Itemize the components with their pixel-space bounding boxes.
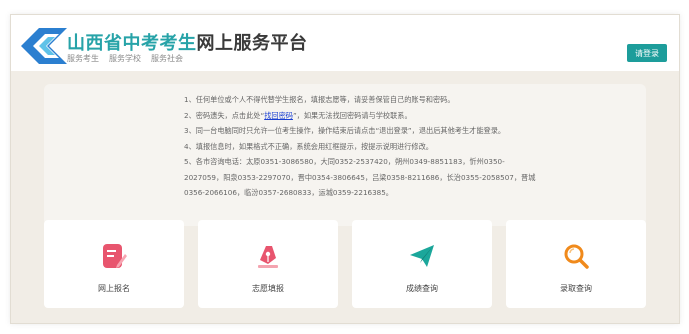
card-admission-query[interactable]: 录取查询	[506, 220, 646, 308]
notice-line-2: 2、密码遗失，点击此处“找回密码”，如果无法找回密码请与学校联系。	[184, 108, 634, 124]
pen-nib-icon	[258, 246, 278, 268]
card-label: 网上报名	[98, 284, 130, 293]
login-button[interactable]: 请登录	[627, 44, 667, 62]
card-label: 成绩查询	[406, 284, 438, 293]
site-title-part2: 网上服务平台	[196, 33, 308, 54]
notice-line-2-prefix: 2、密码遗失，点击此处“	[184, 110, 265, 120]
site-title: 山西省中考考生网上服务平台	[67, 29, 308, 55]
page-frame: 山西省中考考生网上服务平台 服务考生 服务学校 服务社会 请登录 1、任何单位或…	[10, 14, 680, 324]
subnav-item-society: 服务社会	[151, 54, 183, 63]
edit-icon	[103, 244, 127, 268]
notice-line-6: 2027059，阳泉0353-2297070，晋中0354-3806645，吕梁…	[184, 172, 536, 182]
notice-line-2-suffix: ”，如果无法找回密码请与学校联系。	[292, 110, 412, 120]
header: 山西省中考考生网上服务平台 服务考生 服务学校 服务社会 请登录	[11, 15, 679, 71]
reset-password-link[interactable]: 找回密码	[264, 111, 293, 120]
notice-line-3: 3、同一台电脑同时只允许一位考生操作，操作结束后请点击“退出登录”，退出后其他考…	[184, 126, 506, 135]
notice-line-1: 1、任何单位或个人不得代替学生报名，填报志愿等，请妥善保管自己的账号和密码。	[184, 95, 455, 104]
service-cards: 网上报名 志愿填报 成绩查询 录取查询	[44, 220, 646, 312]
card-label: 志愿填报	[252, 284, 284, 293]
notice-line-5: 5、各市咨询电话：太原0351-3086580，大同0352-2537420，朔…	[184, 157, 505, 166]
card-volunteer-filling[interactable]: 志愿填报	[198, 220, 338, 308]
site-title-part1: 山西省中考考生	[67, 33, 197, 54]
paper-plane-icon	[410, 245, 434, 267]
card-online-registration[interactable]: 网上报名	[44, 220, 184, 308]
notice-line-7: 0356-2066106，临汾0357-2680833，运城0359-22163…	[184, 188, 393, 197]
subnav: 服务考生 服务学校 服务社会	[67, 53, 183, 64]
notice-panel: 1、任何单位或个人不得代替学生报名，填报志愿等，请妥善保管自己的账号和密码。 2…	[44, 84, 646, 226]
subnav-item-schools: 服务学校	[109, 54, 141, 63]
search-icon	[564, 244, 589, 269]
subnav-item-students: 服务考生	[67, 54, 99, 63]
card-label: 录取查询	[560, 284, 592, 293]
notice-line-4: 4、填报信息时，如果格式不正确，系统会用红框提示，按提示说明进行修改。	[184, 141, 433, 151]
card-score-query[interactable]: 成绩查询	[352, 220, 492, 308]
logo-icon	[21, 28, 67, 64]
